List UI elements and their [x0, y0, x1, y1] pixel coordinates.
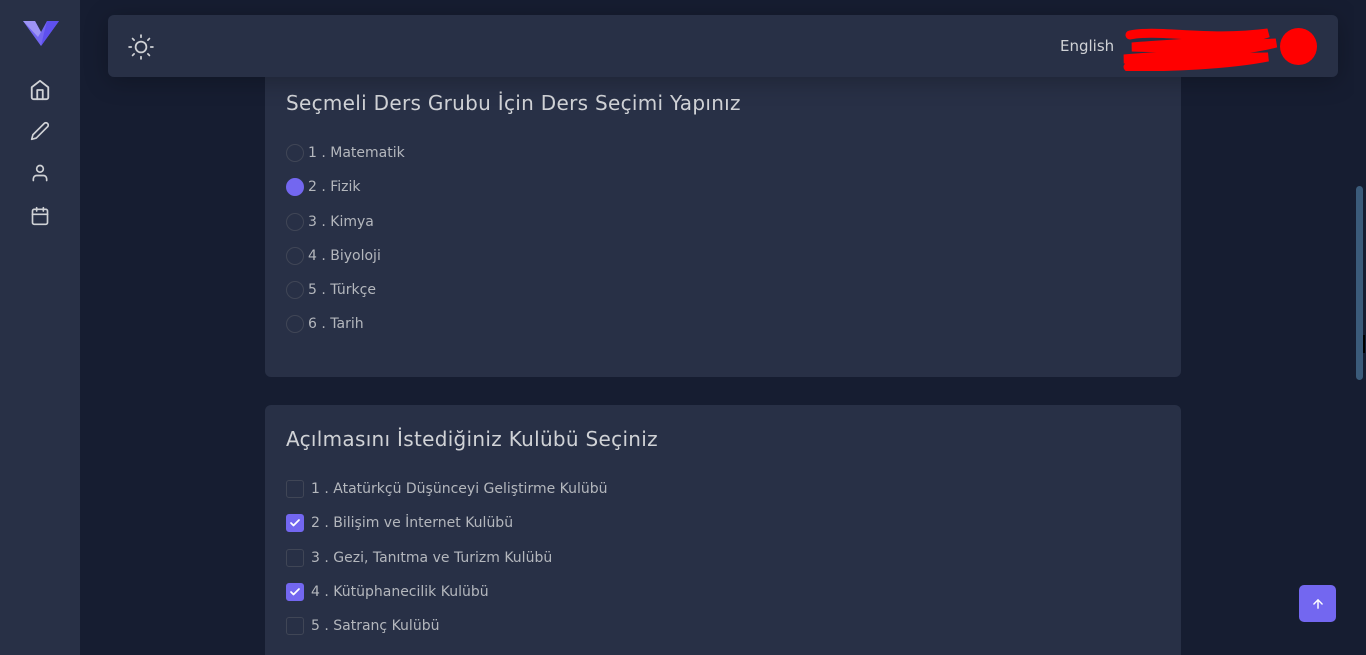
checkbox[interactable] [286, 583, 304, 601]
radio-button[interactable] [286, 213, 304, 231]
club-option-label: 5 . Satranç Kulübü [311, 618, 440, 634]
club-option-label: 4 . Kütüphanecilik Kulübü [311, 584, 489, 600]
radio-button[interactable] [286, 247, 304, 265]
mouse-cursor [1363, 335, 1365, 353]
club-option[interactable]: 3 . Gezi, Tanıtma ve Turizm Kulübü [286, 548, 552, 568]
sidebar [0, 0, 80, 655]
elective-option-label: 1 . Matematik [308, 145, 405, 161]
radio-button[interactable] [286, 144, 304, 162]
elective-option-label: 4 . Biyoloji [308, 248, 381, 264]
club-selection-card: Açılmasını İstediğiniz Kulübü Seçiniz 1 … [265, 405, 1181, 655]
elective-option[interactable]: 1 . Matematik [286, 143, 405, 163]
theme-toggle-button[interactable] [128, 34, 154, 60]
user-avatar[interactable] [1280, 28, 1317, 65]
home-icon [30, 79, 50, 101]
elective-option[interactable]: 4 . Biyoloji [286, 246, 381, 266]
pencil-icon [30, 121, 50, 141]
checkbox[interactable] [286, 617, 304, 635]
elective-option-label: 6 . Tarih [308, 316, 364, 332]
club-option[interactable]: 2 . Bilişim ve İnternet Kulübü [286, 513, 513, 533]
elective-option[interactable]: 6 . Tarih [286, 314, 364, 334]
elective-course-card: Seçmeli Ders Grubu İçin Ders Seçimi Yapı… [265, 50, 1181, 377]
arrow-up-icon [1312, 598, 1323, 609]
elective-option-label: 3 . Kimya [308, 214, 374, 230]
sun-icon [128, 34, 154, 60]
club-option-label: 1 . Atatürkçü Düşünceyi Geliştirme Kulüb… [311, 481, 608, 497]
checkmark-icon [290, 588, 300, 596]
top-navbar: English [108, 15, 1338, 77]
checkmark-icon [290, 519, 300, 527]
redacted-user-name [1123, 28, 1278, 71]
radio-button[interactable] [286, 281, 304, 299]
checkbox[interactable] [286, 514, 304, 532]
club-option-label: 3 . Gezi, Tanıtma ve Turizm Kulübü [311, 550, 553, 566]
checkbox[interactable] [286, 480, 304, 498]
scroll-to-top-button[interactable] [1299, 585, 1336, 622]
club-option[interactable]: 1 . Atatürkçü Düşünceyi Geliştirme Kulüb… [286, 479, 608, 499]
elective-course-title: Seçmeli Ders Grubu İçin Ders Seçimi Yapı… [286, 91, 741, 115]
language-selector[interactable]: English [1060, 37, 1114, 55]
nav-edit[interactable] [28, 119, 52, 143]
elective-option[interactable]: 5 . Türkçe [286, 280, 376, 300]
elective-option[interactable]: 2 . Fizik [286, 177, 361, 197]
user-icon [32, 164, 48, 182]
elective-option-label: 5 . Türkçe [308, 282, 376, 298]
nav-home[interactable] [28, 78, 52, 102]
calendar-icon [31, 206, 49, 226]
nav-calendar[interactable] [28, 204, 52, 228]
club-option-label: 2 . Bilişim ve İnternet Kulübü [311, 515, 514, 531]
club-selection-title: Açılmasını İstediğiniz Kulübü Seçiniz [286, 427, 658, 451]
club-option[interactable]: 4 . Kütüphanecilik Kulübü [286, 582, 489, 602]
app-logo[interactable] [22, 19, 60, 47]
elective-option[interactable]: 3 . Kimya [286, 212, 374, 232]
radio-button[interactable] [286, 315, 304, 333]
radio-button[interactable] [286, 178, 304, 196]
club-option[interactable]: 5 . Satranç Kulübü [286, 616, 439, 636]
nav-profile[interactable] [28, 161, 52, 185]
elective-option-label: 2 . Fizik [308, 179, 361, 195]
checkbox[interactable] [286, 549, 304, 567]
